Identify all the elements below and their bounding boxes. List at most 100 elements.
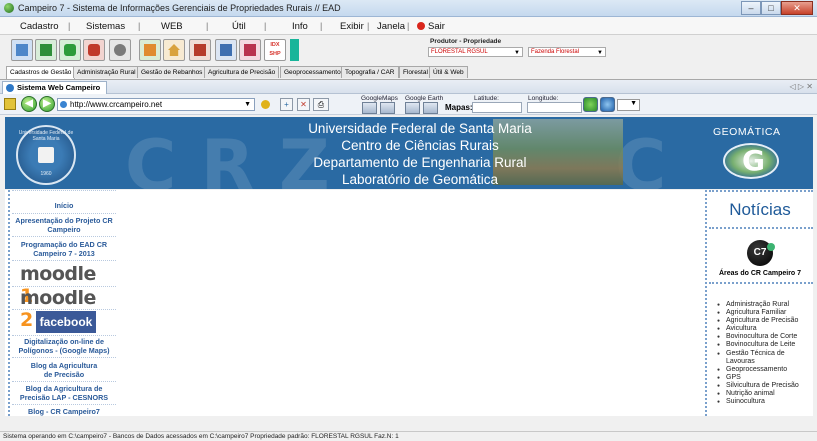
link-apresentacao[interactable]: Apresentação do Projeto CR Campeiro [12,216,116,234]
settings-button[interactable] [109,39,131,61]
tab-cadastros-de-gestao[interactable]: Cadastros de Gestão [6,66,76,79]
geomatica-letter: G [742,144,765,177]
browser-tab[interactable]: Sistema Web Campeiro 7 [2,81,107,104]
back-button[interactable]: ◀ [21,96,37,112]
house-button[interactable] [163,39,185,61]
campeiro7-logo[interactable]: C7 [747,240,775,266]
chart-icon [220,44,232,56]
stop-button[interactable]: ✕ [297,98,310,111]
chevron-down-icon[interactable]: ▼ [244,99,251,110]
menu-web[interactable]: WEB [161,21,183,32]
list-item[interactable]: Avicultura [717,325,815,333]
tab-navigation[interactable]: ◁ ▷ ✕ [790,82,813,91]
googlemaps-grid-button[interactable] [362,102,377,114]
link-blog-lap-cesnors[interactable]: Blog da Agricultura de Precisão LAP - CE… [12,384,116,402]
googleearth-grid-button[interactable] [405,102,420,114]
browser-icon [6,84,14,92]
ufsm-banner: C R Z C Universidade Federal de Santa Ma… [5,117,813,189]
list-item[interactable]: Geoprocessamento [717,366,815,374]
forward-button[interactable]: ▶ [39,96,55,112]
list-item[interactable]: Agricultura Familiar [717,309,815,317]
go-button[interactable] [583,97,598,112]
areas-title: Áreas do CR Campeiro 7 [718,270,802,277]
latitude-field[interactable] [472,102,522,113]
map-green-icon [64,44,76,56]
menu-janela[interactable]: Janela [377,21,405,32]
minimize-button[interactable]: – [741,1,761,15]
list-item[interactable]: Agricultura de Precisão [717,317,815,325]
property-select[interactable]: Fazenda Florestal ▼ [528,47,606,57]
link-blog-campeiro7[interactable]: Blog - CR Campeiro7 [12,407,116,416]
tractor-button[interactable] [35,39,57,61]
menu-separator: | [407,21,410,31]
news-title: Notícias [729,200,791,219]
moodle-1-link[interactable]: moodle 1 [20,263,110,307]
tab-agricultura-de-precisao[interactable]: Agricultura de Precisão [204,66,280,78]
url-input[interactable]: http://www.crcampeiro.net ▼ [57,98,255,111]
favorites-icon[interactable] [4,98,16,110]
list-item[interactable]: Administração Rural [717,301,815,309]
list-item[interactable]: Bovinocultura de Corte [717,333,815,341]
menu-cadastro[interactable]: Cadastro [20,21,59,32]
menu-info[interactable]: Info [292,21,308,32]
link-programacao-ead[interactable]: Programação do EAD CR Campeiro 7 - 2013 [12,240,116,258]
link-digitalizacao[interactable]: Digitalização on-line de Polígonos - (Go… [12,337,116,355]
map-green-button[interactable] [59,39,81,61]
list-item[interactable]: GPS [717,374,815,382]
tab-florestal[interactable]: Florestal [399,66,432,78]
tab-geoprocessamento[interactable]: Geoprocessamento [280,66,345,78]
link-inicio[interactable]: Início [12,201,116,210]
menu-exibir[interactable]: Exibir [340,21,364,32]
locate-button[interactable] [600,97,615,112]
googlemaps-view-button[interactable] [380,102,395,114]
refresh-icon[interactable] [261,100,270,109]
longitude-field[interactable] [527,102,582,113]
print-button[interactable]: ⎙ [313,98,329,111]
menu-sistemas[interactable]: Sistemas [86,21,125,32]
tab-topografia-car[interactable]: Topografia / CAR [341,66,399,78]
close-button[interactable]: ✕ [781,1,813,15]
grid-button[interactable] [11,39,33,61]
seal-year: 1960 [40,171,52,177]
areas-list: Administração Rural Agricultura Familiar… [717,301,815,406]
browser-tab-bar: Sistema Web Campeiro 7 ◁ ▷ ✕ [0,79,817,104]
tab-administracao-rural[interactable]: Administração Rural [73,66,140,78]
moodle-2-label: moodle [20,287,96,309]
chevron-down-icon: ▼ [514,50,520,56]
department-title: Departamento de Engenharia Rural [313,155,527,170]
harvest-icon [194,44,206,56]
plant-button[interactable] [139,39,161,61]
maximize-button[interactable]: □ [761,1,781,15]
map-select[interactable]: ▼ [617,99,640,111]
googleearth-view-button[interactable] [423,102,438,114]
menu-util[interactable]: Útil [232,21,246,32]
divider [12,260,116,261]
list-item[interactable]: Nutrição animal [717,390,815,398]
photo-button[interactable] [239,39,261,61]
list-item[interactable]: Suinocultura [717,398,815,406]
ufsm-seal: Universidade Federal de Santa Maria 1960 [16,125,76,185]
moodle-2-link[interactable]: moodle 2 [20,287,110,331]
producer-value: FLORESTAL RGSUL [431,49,488,55]
divider [709,190,813,192]
map-red-button[interactable] [83,39,105,61]
menu-separator: | [320,21,323,31]
list-item[interactable]: Gestão Técnica de Lavouras [717,350,802,366]
list-item[interactable]: Silvicultura de Precisão [717,382,815,390]
web-content: Início Apresentação do Projeto CR Campei… [5,190,813,416]
link-blog-agricultura[interactable]: Blog da Agricultura de Precisão [12,361,116,379]
chart-button[interactable] [215,39,237,61]
producer-select[interactable]: FLORESTAL RGSUL ▼ [428,47,523,57]
menu-bar: Cadastro | Sistemas | WEB | Útil | Info … [0,17,817,35]
add-tab-button[interactable]: + [280,98,293,111]
list-item[interactable]: Bovinocultura de Leite [717,341,815,349]
harvest-button[interactable] [189,39,211,61]
idx-shp-button[interactable]: IDX SHP [264,39,286,61]
menu-sair-label: Sair [428,21,445,32]
divider [12,335,116,336]
facebook-link[interactable]: facebook [36,311,96,333]
googlemaps-label: GoogleMaps [361,95,398,102]
menu-sair[interactable]: Sair [417,21,445,32]
tab-util-web[interactable]: Útil & Web [429,66,468,78]
tab-gestao-de-rebanhos[interactable]: Gestão de Rebanhos [137,66,207,78]
